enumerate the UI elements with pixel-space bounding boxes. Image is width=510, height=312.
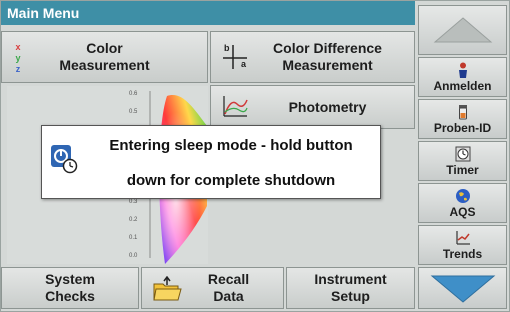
down-arrow-icon [430,275,495,303]
sidebar-item-anmelden[interactable]: Anmelden [418,57,507,97]
sidebar-item-proben-id[interactable]: Proben-ID [418,99,507,139]
sidebar-item-label: Anmelden [433,79,492,93]
color-measurement-label-1: Color [86,40,123,56]
power-clock-icon [51,145,78,174]
color-difference-label-2: Measurement [282,57,373,73]
folder-open-icon [153,276,182,301]
window-title: Main Menu [1,1,415,25]
sidebar-item-timer[interactable]: Timer [418,141,507,181]
dialog-message-line-1: Entering sleep mode - hold button [109,137,353,154]
color-difference-button[interactable]: b a Color Difference Measurement [210,31,415,83]
aqs-globe-icon [455,189,470,203]
sidebar-item-label: Trends [442,247,483,261]
sidebar-item-trends[interactable]: Trends [418,225,507,265]
timer-icon [455,146,470,162]
svg-text:b: b [224,43,230,53]
photometry-button[interactable]: Photometry [210,85,415,129]
sidebar-item-label: AQS [449,205,476,219]
svg-text:a: a [241,59,247,69]
scroll-down-button[interactable] [418,267,507,309]
color-measurement-button[interactable]: x y z Color Measurement [1,31,208,83]
sidebar-item-aqs[interactable]: AQS [418,183,507,223]
recall-data-label-2: Data [213,288,244,304]
sleep-mode-dialog: Entering sleep mode - hold button down f… [41,125,381,199]
color-difference-axes-icon: b a [223,43,247,69]
trends-chart-icon [455,231,470,245]
tick-label: 0.1 [129,235,138,241]
tick-label: 0.3 [129,199,138,205]
tick-label: 0.5 [129,109,138,115]
instrument-setup-label-1: Instrument [314,271,387,287]
color-difference-label-1: Color Difference [273,40,382,56]
dialog-message-line-2: down for complete shutdown [126,172,336,189]
up-arrow-icon [433,17,492,43]
sample-vial-icon [458,105,467,120]
photometry-icon [223,96,248,117]
instrument-setup-button[interactable]: Instrument Setup [286,267,415,309]
recall-data-button[interactable]: Recall Data [141,267,284,309]
recall-data-label-1: Recall [207,271,250,287]
sidebar-item-label: Proben-ID [433,121,492,135]
person-icon [458,62,467,78]
tick-label: 0.0 [129,253,138,259]
main-menu-screen: Main Menu x y z Color Measurement b a Co… [0,0,510,312]
instrument-setup-label-2: Setup [331,288,370,304]
tick-label: 0.6 [129,91,138,97]
sidebar-item-label: Timer [446,163,479,177]
system-checks-label-2: Checks [45,288,95,304]
tick-label: 0.2 [129,217,138,223]
photometry-label: Photometry [288,98,367,115]
system-checks-label-1: System [45,271,95,287]
color-measurement-label-2: Measurement [59,57,150,73]
xyz-icon: x y z [15,42,21,74]
system-checks-button[interactable]: System Checks [1,267,139,309]
scroll-up-button[interactable] [418,5,507,55]
